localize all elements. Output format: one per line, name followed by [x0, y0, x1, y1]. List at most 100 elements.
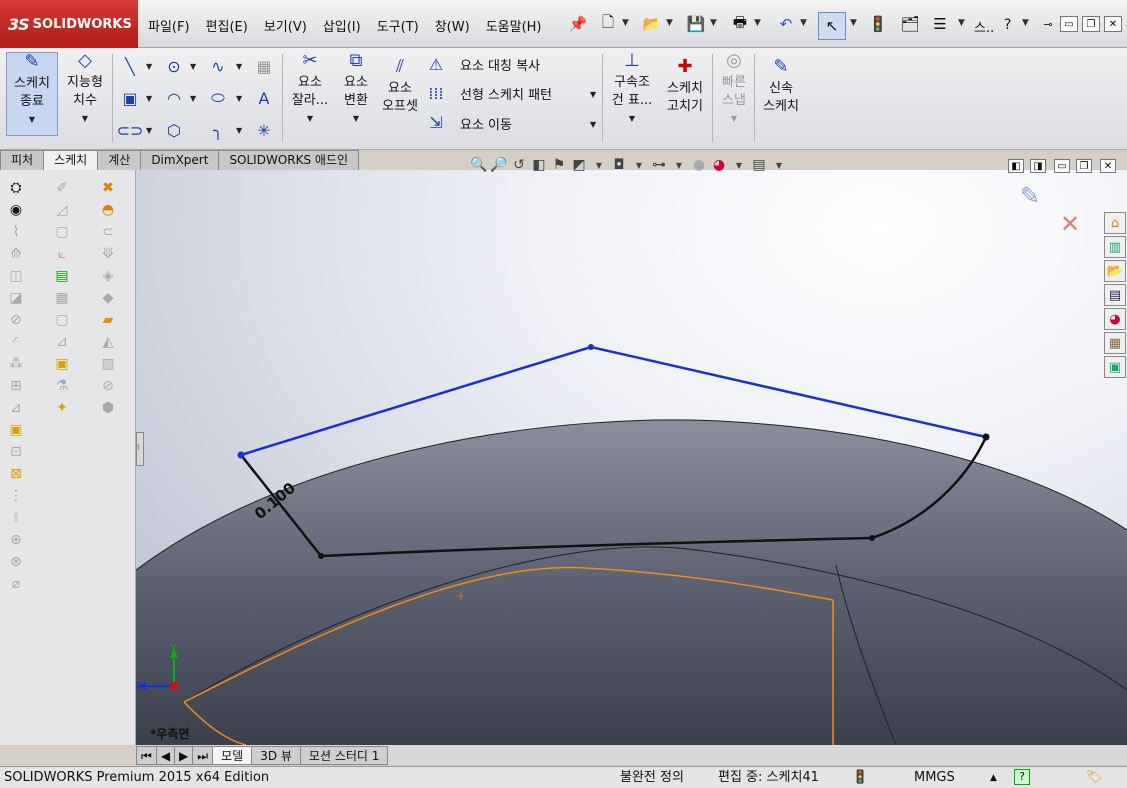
surface-loft-icon[interactable]: ⟱: [98, 244, 118, 264]
menu-edit[interactable]: 편집(E): [198, 14, 256, 37]
chevron-down-icon[interactable]: ▼: [770, 156, 788, 174]
graphics-area[interactable]: + 0.100 Y Z *우측면 ✎ ✕ ⁝: [136, 170, 1127, 745]
move-entities-button[interactable]: 요소 이동: [460, 114, 512, 133]
chevron-down-icon[interactable]: ▼: [800, 18, 807, 28]
point-icon[interactable]: ✳: [254, 120, 274, 140]
undo-icon[interactable]: ↶: [776, 14, 796, 34]
zoom-area-icon[interactable]: 🔎: [490, 156, 508, 174]
menu-insert[interactable]: 삽입(I): [315, 14, 369, 37]
display-relations-button[interactable]: ⊥ 구속조 건 표... ▼: [608, 52, 656, 128]
draft-icon[interactable]: ⊿: [6, 398, 26, 418]
sketch-point[interactable]: [237, 451, 245, 459]
file-explorer-icon[interactable]: 📂: [1104, 260, 1126, 282]
mirror-entities-button[interactable]: 요소 대칭 복사: [460, 55, 540, 74]
smart-dimension-button[interactable]: ◇ 지능형 치수 ▼: [62, 52, 108, 136]
new-document-icon[interactable]: 🗋: [598, 13, 618, 34]
tile-right-icon[interactable]: ◨: [1030, 159, 1046, 173]
ref-geometry-icon[interactable]: ⋮: [6, 486, 26, 506]
open-folder-icon[interactable]: 📂: [642, 14, 662, 34]
trim-surface-icon[interactable]: ⊘: [98, 376, 118, 396]
chevron-down-icon[interactable]: ▼: [670, 156, 688, 174]
doc-minimize-icon[interactable]: ▭: [1054, 159, 1070, 173]
pushpin-icon[interactable]: ⊸: [1038, 14, 1058, 34]
slot-icon[interactable]: ⊂⊃: [117, 120, 144, 140]
appearances-icon[interactable]: ◕: [1104, 308, 1126, 330]
pin-icon[interactable]: 📌: [568, 14, 588, 34]
rapid-sketch-button[interactable]: ✎ 신속 스케치: [756, 58, 806, 116]
forum-icon[interactable]: ▣: [1104, 356, 1126, 378]
sweep-icon[interactable]: ⌇: [6, 222, 26, 242]
polygon-icon[interactable]: ⬡: [164, 120, 184, 140]
3d-sketch-icon[interactable]: ✐: [52, 178, 72, 198]
unit-system[interactable]: MMGS: [914, 767, 955, 788]
helix-icon[interactable]: ⌀: [6, 574, 26, 594]
sketch-point[interactable]: [318, 553, 324, 559]
circle-icon[interactable]: ⊙: [164, 56, 184, 76]
pattern-feature-icon[interactable]: ⁂: [6, 354, 26, 374]
last-tab-nav-icon[interactable]: ⏭: [192, 745, 214, 765]
chevron-down-icon[interactable]: ▼: [82, 110, 88, 128]
segment-icon[interactable]: ✦: [52, 398, 72, 418]
wrap-icon[interactable]: ⊡: [6, 442, 26, 462]
tab-dimxpert[interactable]: DimXpert: [140, 150, 220, 170]
knit-surface-icon[interactable]: ⬢: [98, 398, 118, 418]
save-icon[interactable]: 💾: [686, 14, 706, 34]
close-window-icon[interactable]: ✕: [1104, 16, 1122, 32]
sw-resources-icon[interactable]: ⌂: [1104, 212, 1126, 234]
surface-revolve-icon[interactable]: ◓: [98, 200, 118, 220]
chevron-down-icon[interactable]: ▼: [590, 156, 608, 174]
mirror-feature-icon[interactable]: ⊠: [6, 464, 26, 484]
surface-grid-icon[interactable]: ▦: [254, 56, 274, 76]
filled-surface-icon[interactable]: ◆: [98, 288, 118, 308]
restore-window-icon[interactable]: ❐: [1082, 16, 1100, 32]
grid-icon[interactable]: ▦: [52, 288, 72, 308]
next-tab-nav-icon[interactable]: ▶: [174, 745, 194, 765]
face-curves-icon[interactable]: ▣: [52, 354, 72, 374]
ellipse-icon[interactable]: ⬭: [208, 88, 228, 108]
print-icon[interactable]: 🖶: [730, 13, 750, 34]
intersection-curve-icon[interactable]: ⚗: [52, 376, 72, 396]
view-orientation-icon[interactable]: ◩: [570, 156, 588, 174]
ruled-surface-icon[interactable]: ▧: [98, 354, 118, 374]
block-icon[interactable]: ▢: [52, 222, 72, 242]
rebuild-status-icon[interactable]: 🚦: [852, 767, 868, 788]
instant3d-icon[interactable]: ⊕: [6, 530, 26, 550]
spline-icon[interactable]: ∿: [208, 56, 228, 76]
loft-icon[interactable]: ⟰: [6, 244, 26, 264]
rib-icon[interactable]: ⊞: [6, 376, 26, 396]
first-tab-nav-icon[interactable]: ⏮: [136, 745, 157, 765]
minimize-window-icon[interactable]: ▭: [1060, 16, 1078, 32]
cut-icon[interactable]: ◪: [6, 288, 26, 308]
menu-file[interactable]: 파일(F): [140, 14, 198, 37]
chevron-down-icon[interactable]: ▼: [754, 18, 761, 28]
display-style-icon[interactable]: ◘: [610, 156, 628, 174]
surface-extrude-icon[interactable]: ✖: [98, 178, 118, 198]
zoom-to-fit-icon[interactable]: 🔍: [470, 156, 488, 174]
add-relation-icon[interactable]: ▤: [52, 266, 72, 286]
line-icon[interactable]: ╲: [120, 56, 140, 76]
tab-features[interactable]: 피처: [0, 150, 45, 170]
chevron-down-icon[interactable]: ▼: [1022, 18, 1029, 28]
menu-help[interactable]: 도움말(H): [478, 14, 550, 37]
chevron-down-icon[interactable]: ▼: [958, 18, 965, 28]
sketch-point[interactable]: [588, 344, 594, 350]
previous-view-icon[interactable]: ↺: [510, 156, 528, 174]
dynamic-annotation-icon[interactable]: ⚑: [550, 156, 568, 174]
surface-sweep-icon[interactable]: ⊂: [98, 222, 118, 242]
tile-left-icon[interactable]: ◧: [1008, 159, 1024, 173]
quick-snaps-button[interactable]: ◎ 빠른 스냅 ▼: [714, 52, 754, 128]
convert-entities-button[interactable]: ⧉ 요소 변환 ▼: [334, 52, 378, 128]
trim-entities-button[interactable]: ✂ 요소 잘라... ▼: [288, 52, 332, 128]
tab-3d-view[interactable]: 3D 뷰: [251, 745, 301, 765]
text-icon[interactable]: A: [254, 88, 274, 108]
rectangle-icon[interactable]: ▣: [120, 88, 140, 108]
options-icon[interactable]: ☰: [930, 14, 950, 34]
extrude-boss-icon[interactable]: ⛭: [6, 178, 26, 198]
curve-through-icon[interactable]: ⊿: [52, 332, 72, 352]
hole-icon[interactable]: ⊘: [6, 310, 26, 330]
boundary-icon[interactable]: ◫: [6, 266, 26, 286]
arc-icon[interactable]: ◠: [164, 88, 184, 108]
search-commands[interactable]: 스..: [974, 17, 994, 36]
menu-view[interactable]: 보기(V): [256, 14, 315, 37]
cancel-sketch-corner-icon[interactable]: ✕: [1060, 210, 1080, 238]
